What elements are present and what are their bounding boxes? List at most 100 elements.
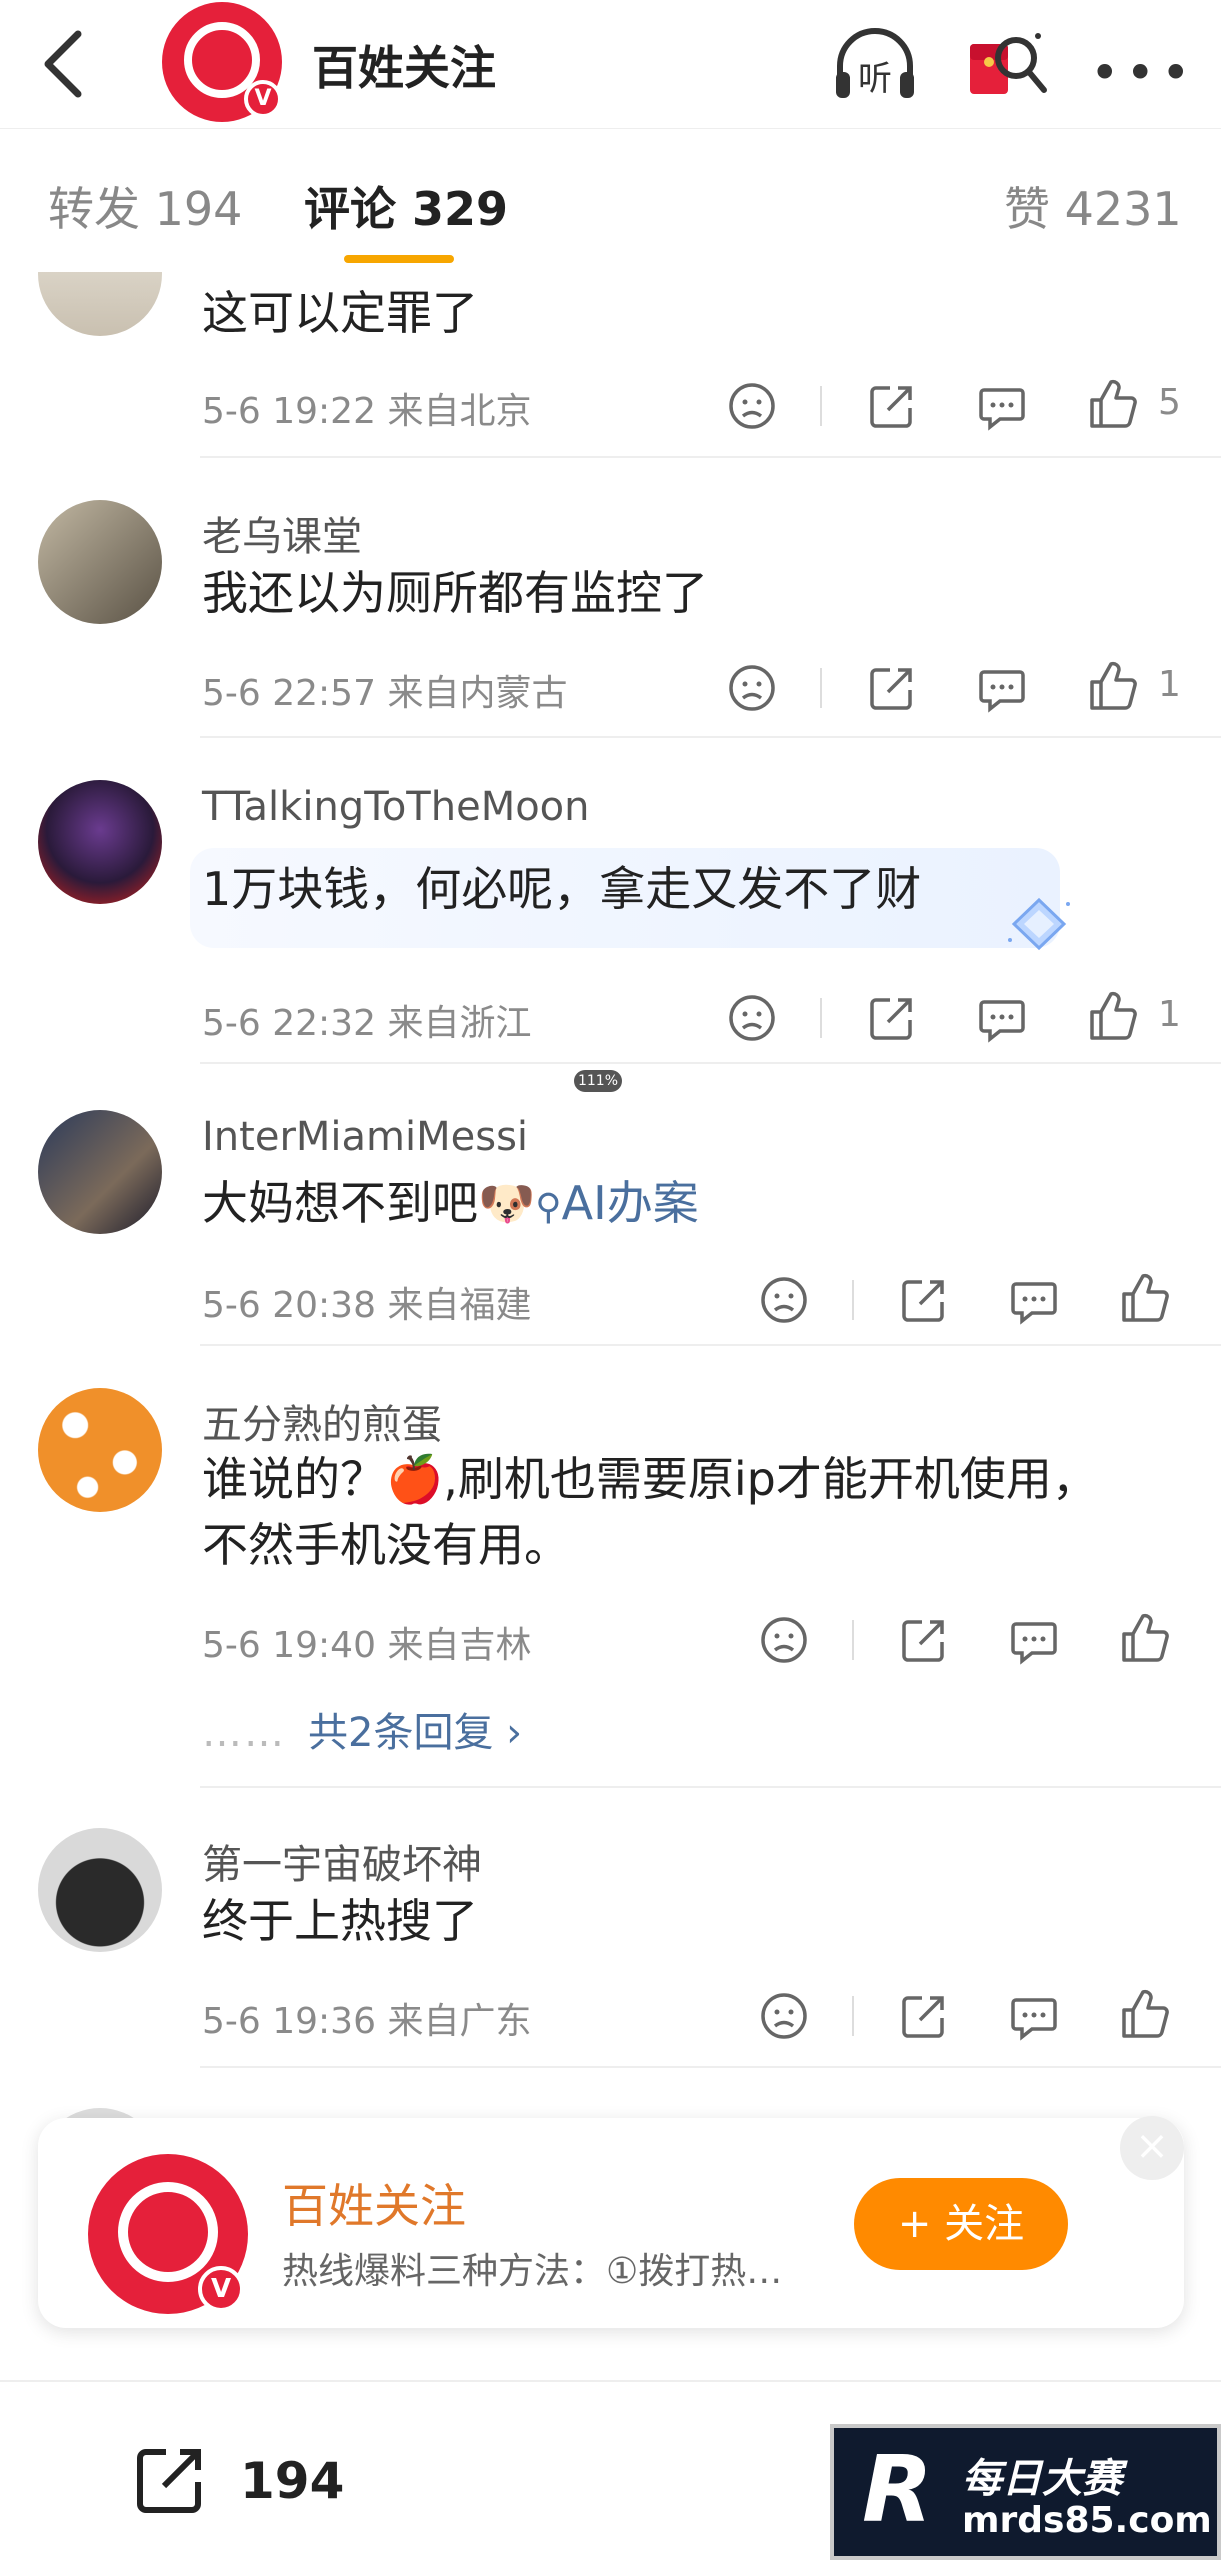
comment-location: 来自福建 xyxy=(387,1285,532,1326)
repost-icon[interactable] xyxy=(130,2440,210,2520)
comment-username[interactable]: 第一宇宙破坏神 xyxy=(202,1832,482,1890)
user-avatar[interactable] xyxy=(38,500,162,624)
tab-reposts[interactable]: 转发 194 xyxy=(48,173,242,239)
reply-comment-icon[interactable] xyxy=(1006,1612,1062,1668)
share-icon[interactable] xyxy=(864,660,920,716)
dislike-face-icon[interactable] xyxy=(756,1612,812,1668)
comment-location: 来自广东 xyxy=(387,2001,532,2042)
comment-list[interactable]: 这可以定罪了 5-6 19:22 来自北京 5 老乌课堂 我还以为厕所都有监控了… xyxy=(0,272,1221,2380)
comment-item: 五分熟的煎蛋 谁说的？🍎,刷机也需要原ip才能开机使用， 不然手机没有用。 5-6… xyxy=(0,1346,1221,1788)
divider xyxy=(852,1280,854,1320)
top-navigation-bar: V 百姓关注 听 ••• xyxy=(0,0,1221,128)
reply-comment-icon[interactable] xyxy=(974,378,1030,434)
divider xyxy=(820,668,822,708)
like-thumb-icon[interactable] xyxy=(1084,658,1140,714)
dislike-face-icon[interactable] xyxy=(724,378,780,434)
comment-meta: 5-6 20:38 来自福建 xyxy=(202,1276,531,1328)
user-avatar[interactable] xyxy=(38,1828,162,1952)
account-name[interactable]: 百姓关注 xyxy=(312,32,496,98)
rabbit-logo-icon xyxy=(118,2182,218,2282)
reply-comment-icon[interactable] xyxy=(1006,1272,1062,1328)
repost-count[interactable]: 194 xyxy=(240,2452,344,2510)
like-count: 1 xyxy=(1158,994,1181,1035)
site-watermark: R 每日大赛 mrds85.com xyxy=(830,2424,1221,2560)
comment-text: 1万块钱，何必呢，拿走又发不了财 xyxy=(202,862,922,916)
comment-location: 来自北京 xyxy=(387,391,532,432)
divider xyxy=(820,998,822,1038)
comment-text-line: 不然手机没有用。 xyxy=(202,1518,570,1572)
divider xyxy=(820,386,822,426)
comment-item: 老乌课堂 我还以为厕所都有监控了 5-6 22:57 来自内蒙古 1 xyxy=(0,458,1221,738)
search-icon: ⚲ xyxy=(535,1187,562,1228)
dog-emoji: 🐶 xyxy=(478,1176,536,1230)
back-arrow-icon[interactable] xyxy=(38,26,94,102)
comment-text-line: 谁说的？🍎,刷机也需要原ip才能开机使用， xyxy=(202,1452,1098,1506)
follow-button[interactable]: + 关注 xyxy=(854,2178,1068,2270)
tab-comments[interactable]: 评论 329 xyxy=(304,173,508,239)
tab-bar: 转发 194 评论 329 赞 4231 xyxy=(0,128,1221,273)
reply-comment-icon[interactable] xyxy=(974,660,1030,716)
comment-text: 大妈想不到吧🐶⚲AI办案 xyxy=(202,1170,1162,1241)
comment-meta: 5-6 19:36 来自广东 xyxy=(202,1992,531,2044)
like-thumb-icon[interactable] xyxy=(1084,376,1140,432)
share-icon[interactable] xyxy=(864,990,920,1046)
user-avatar[interactable] xyxy=(38,1388,162,1512)
comment-item: TTalkingToTheMoon 1万块钱，何必呢，拿走又发不了财 5-6 2… xyxy=(0,738,1221,1064)
comment-text-main: 大妈想不到吧 xyxy=(202,1176,478,1230)
red-packet-search-icon[interactable] xyxy=(962,22,1052,106)
view-replies-link[interactable]: …… 共2条回复 › xyxy=(202,1700,522,1758)
more-dots-icon[interactable]: ••• xyxy=(1090,44,1196,102)
comment-location: 来自吉林 xyxy=(387,1625,532,1666)
comment-username[interactable]: TTalkingToTheMoon xyxy=(202,784,590,830)
account-avatar[interactable]: V xyxy=(88,2154,248,2314)
zoom-level-badge: 111% xyxy=(574,1070,622,1092)
replies-dots: …… xyxy=(202,1710,286,1756)
comment-meta: 5-6 22:32 来自浙江 xyxy=(202,994,531,1046)
comment-location: 来自内蒙古 xyxy=(387,673,568,714)
comment-item: 第一宇宙破坏神 终于上热搜了 5-6 19:36 来自广东 xyxy=(0,1788,1221,2068)
dislike-face-icon[interactable] xyxy=(756,1988,812,2044)
like-thumb-icon[interactable] xyxy=(1084,988,1140,1044)
dislike-face-icon[interactable] xyxy=(756,1272,812,1328)
reply-comment-icon[interactable] xyxy=(974,990,1030,1046)
like-thumb-icon[interactable] xyxy=(1116,1610,1172,1666)
comment-time: 5-6 19:40 xyxy=(202,1625,376,1666)
watermark-url: mrds85.com xyxy=(962,2500,1212,2541)
svg-text:听: 听 xyxy=(858,59,892,99)
tab-likes[interactable]: 赞 4231 xyxy=(1004,173,1182,239)
comment-item: 这可以定罪了 5-6 19:22 来自北京 5 xyxy=(0,272,1221,458)
dislike-face-icon[interactable] xyxy=(724,660,780,716)
account-avatar[interactable]: V xyxy=(162,2,282,122)
comment-meta: 5-6 19:40 来自吉林 xyxy=(202,1616,531,1668)
listen-headphones-icon[interactable]: 听 xyxy=(830,22,920,106)
comment-text: 谁说的？🍎,刷机也需要原ip才能开机使用， 不然手机没有用。 xyxy=(202,1446,1162,1578)
comment-item: InterMiamiMessi 大妈想不到吧🐶⚲AI办案 5-6 20:38 来… xyxy=(0,1064,1221,1346)
divider xyxy=(200,2066,1221,2068)
comment-username[interactable]: 五分熟的煎蛋 xyxy=(202,1392,442,1450)
watermark-logo: R xyxy=(862,2436,933,2543)
comment-meta: 5-6 19:22 来自北京 xyxy=(202,382,531,434)
account-description: 热线爆料三种方法：①拨打热… xyxy=(282,2251,783,2292)
ai-search-link[interactable]: ⚲AI办案 xyxy=(535,1176,698,1230)
user-avatar[interactable] xyxy=(38,780,162,904)
account-name[interactable]: 百姓关注 xyxy=(282,2170,466,2236)
share-icon[interactable] xyxy=(896,1272,952,1328)
comment-username[interactable]: InterMiamiMessi xyxy=(202,1114,528,1160)
comment-text: 终于上热搜了 xyxy=(202,1894,478,1948)
user-avatar[interactable] xyxy=(38,1110,162,1234)
like-thumb-icon[interactable] xyxy=(1116,1270,1172,1326)
share-icon[interactable] xyxy=(864,378,920,434)
comment-location: 来自浙江 xyxy=(387,1003,532,1044)
comment-username[interactable]: 老乌课堂 xyxy=(202,504,362,562)
close-icon[interactable]: × xyxy=(1120,2116,1184,2180)
reply-comment-icon[interactable] xyxy=(1006,1988,1062,2044)
ai-link-label: AI办案 xyxy=(561,1176,699,1230)
share-icon[interactable] xyxy=(896,1612,952,1668)
user-avatar[interactable] xyxy=(38,272,162,336)
dislike-face-icon[interactable] xyxy=(724,990,780,1046)
active-tab-indicator xyxy=(344,255,454,263)
comment-time: 5-6 19:22 xyxy=(202,391,376,432)
share-icon[interactable] xyxy=(896,1988,952,2044)
comment-time: 5-6 20:38 xyxy=(202,1285,376,1326)
like-thumb-icon[interactable] xyxy=(1116,1986,1172,2042)
